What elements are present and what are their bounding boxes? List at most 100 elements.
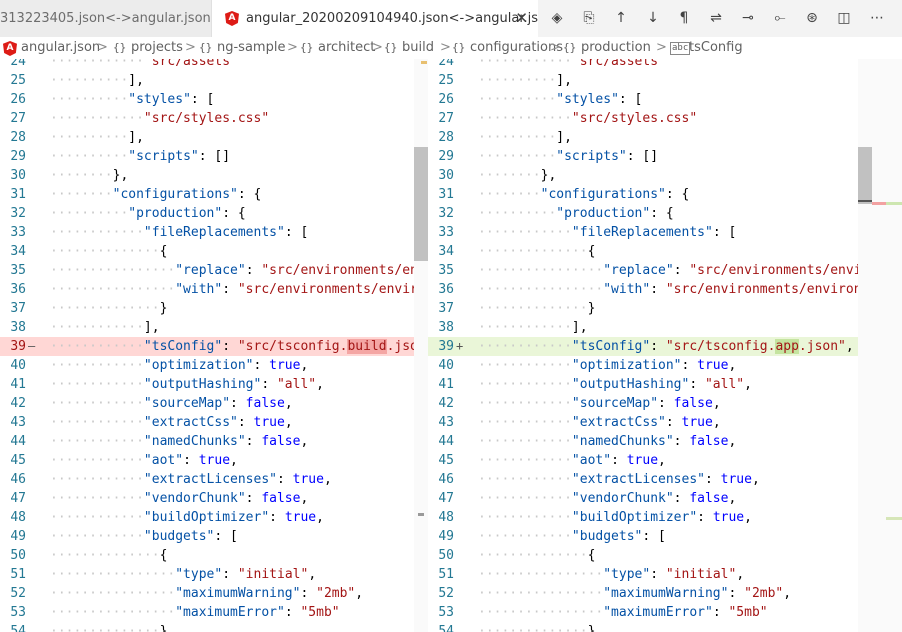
- code-line[interactable]: 53 ················ "maximumError": "5mb": [0, 603, 428, 622]
- line-number: 29: [10, 149, 26, 164]
- breadcrumb-item-architect[interactable]: architect: [318, 37, 375, 59]
- code-line[interactable]: 38 ············ ],: [0, 318, 428, 337]
- code-line[interactable]: 37 ·············· }: [0, 299, 428, 318]
- code-line[interactable]: 54 ·············· },: [0, 622, 428, 632]
- line-number: 45: [10, 453, 26, 468]
- code-line[interactable]: 26 ·········· "styles": [: [0, 90, 428, 109]
- right-scrollbar-thumb[interactable]: [858, 147, 872, 204]
- code-line[interactable]: 44 ············ "namedChunks": false,: [428, 432, 902, 451]
- close-icon[interactable]: ✕: [515, 0, 528, 37]
- open-file-icon[interactable]: ⎘: [578, 7, 600, 29]
- line-number: 51: [438, 567, 454, 582]
- code-line[interactable]: 31 ········ "configurations": {: [0, 185, 428, 204]
- breadcrumb-item-production[interactable]: production: [581, 37, 651, 59]
- code-text: }: [587, 301, 596, 316]
- code-line[interactable]: 31 ········ "configurations": {: [428, 185, 902, 204]
- code-line[interactable]: 27 ············ "src/styles.css": [428, 109, 902, 128]
- previous-change-icon[interactable]: ↑: [610, 7, 632, 29]
- code-line[interactable]: 41 ············ "outputHashing": "all",: [428, 375, 902, 394]
- paragraph-icon[interactable]: ¶: [673, 7, 695, 29]
- object-symbol-icon: {}: [384, 41, 398, 54]
- code-line[interactable]: 53 ················ "maximumError": "5mb": [428, 603, 902, 622]
- code-line[interactable]: 34 ·············· {: [428, 242, 902, 261]
- more-actions-icon[interactable]: ⋯: [866, 7, 888, 29]
- code-text: "replace": "src/environments/envi: [603, 263, 862, 278]
- tab-diff-313223405[interactable]: 313223405.json<->angular.json: [0, 0, 212, 37]
- breadcrumb-item-build[interactable]: build: [402, 37, 434, 59]
- code-line[interactable]: 44 ············ "namedChunks": false,: [0, 432, 428, 451]
- deleted-line[interactable]: 39— ············ "tsConfig": "src/tsconfi…: [0, 337, 428, 356]
- code-line[interactable]: 47 ············ "vendorChunk": false,: [428, 489, 902, 508]
- code-line[interactable]: 25 ·········· ],: [428, 71, 902, 90]
- code-line[interactable]: 36 ················ "with": "src/environm…: [428, 280, 902, 299]
- code-line[interactable]: 45 ············ "aot": true,: [428, 451, 902, 470]
- breadcrumb-item-projects[interactable]: projects: [131, 37, 183, 59]
- code-line[interactable]: 38 ············ ],: [428, 318, 902, 337]
- code-line[interactable]: 51 ················ "type": "initial",: [0, 565, 428, 584]
- tab-diff-angular-20200209104940[interactable]: A angular_20200209104940.json<->angular.…: [212, 0, 538, 37]
- code-line[interactable]: 32 ·········· "production": {: [0, 204, 428, 223]
- code-line[interactable]: 29 ·········· "scripts": []: [0, 147, 428, 166]
- left-scrollbar-thumb[interactable]: [414, 147, 428, 261]
- code-line[interactable]: 29 ·········· "scripts": []: [428, 147, 902, 166]
- code-line[interactable]: 51 ················ "type": "initial",: [428, 565, 902, 584]
- commit-left-icon[interactable]: ⊸: [737, 7, 759, 29]
- breadcrumb-item-tsconfig[interactable]: tsConfig: [689, 37, 743, 59]
- code-line[interactable]: 24 ············ "src/assets": [0, 59, 428, 71]
- git-icon[interactable]: ⊛: [801, 7, 823, 29]
- angular-icon: A: [3, 41, 17, 56]
- code-line[interactable]: 54 ·············· },: [428, 622, 902, 632]
- code-text: "outputHashing": "all",: [143, 377, 324, 392]
- right-scrollbar[interactable]: [858, 59, 902, 632]
- code-line[interactable]: 52 ················ "maximumWarning": "2m…: [0, 584, 428, 603]
- code-line[interactable]: 50 ·············· {: [0, 546, 428, 565]
- code-line[interactable]: 47 ············ "vendorChunk": false,: [0, 489, 428, 508]
- left-scrollbar[interactable]: [414, 59, 428, 632]
- code-line[interactable]: 52 ················ "maximumWarning": "2m…: [428, 584, 902, 603]
- code-line[interactable]: 25 ·········· ],: [0, 71, 428, 90]
- breadcrumb-item-ng-sample[interactable]: ng-sample: [217, 37, 285, 59]
- code-line[interactable]: 30 ········ },: [0, 166, 428, 185]
- code-line[interactable]: 30 ········ },: [428, 166, 902, 185]
- code-line[interactable]: 35 ················ "replace": "src/envir…: [0, 261, 428, 280]
- code-line[interactable]: 24 ············ "src/assets": [428, 59, 902, 71]
- code-line[interactable]: 34 ·············· {: [0, 242, 428, 261]
- code-line[interactable]: 46 ············ "extractLicenses": true,: [0, 470, 428, 489]
- code-line[interactable]: 48 ············ "buildOptimizer": true,: [0, 508, 428, 527]
- left-diff-editor[interactable]: 24 ············ "src/assets" 25 ·········· …: [0, 59, 428, 632]
- tab-label: 313223405.json<->angular.json: [0, 11, 211, 26]
- code-line[interactable]: 45 ············ "aot": true,: [0, 451, 428, 470]
- code-line[interactable]: 35 ················ "replace": "src/envir…: [428, 261, 902, 280]
- breadcrumb-file[interactable]: angular.json: [21, 37, 100, 59]
- code-line[interactable]: 40 ············ "optimization": true,: [0, 356, 428, 375]
- code-line[interactable]: 42 ············ "sourceMap": false,: [428, 394, 902, 413]
- swap-icon[interactable]: ⇌: [705, 7, 727, 29]
- code-line[interactable]: 37 ·············· }: [428, 299, 902, 318]
- open-changes-icon[interactable]: ◈: [546, 7, 568, 29]
- code-line[interactable]: 33 ············ "fileReplacements": [: [428, 223, 902, 242]
- code-line[interactable]: 40 ············ "optimization": true,: [428, 356, 902, 375]
- code-line[interactable]: 50 ·············· {: [428, 546, 902, 565]
- split-editor-icon[interactable]: ◫: [833, 7, 855, 29]
- next-change-icon[interactable]: ↓: [642, 7, 664, 29]
- code-line[interactable]: 28 ·········· ],: [428, 128, 902, 147]
- code-line[interactable]: 41 ············ "outputHashing": "all",: [0, 375, 428, 394]
- right-diff-editor[interactable]: 24 ············ "src/assets" 25 ·········· …: [428, 59, 902, 632]
- code-text: "maximumWarning": "2mb",: [603, 586, 792, 601]
- code-line[interactable]: 28 ·········· ],: [0, 128, 428, 147]
- code-line[interactable]: 43 ············ "extractCss": true,: [0, 413, 428, 432]
- inserted-line[interactable]: 39 + ············ "tsConfig": "src/tsconfi…: [428, 337, 902, 356]
- code-line[interactable]: 49 ············ "budgets": [: [428, 527, 902, 546]
- code-line[interactable]: 42 ············ "sourceMap": false,: [0, 394, 428, 413]
- code-line[interactable]: 49 ············ "budgets": [: [0, 527, 428, 546]
- code-line[interactable]: 36 ················ "with": "src/environm…: [0, 280, 428, 299]
- code-line[interactable]: 33 ············ "fileReplacements": [: [0, 223, 428, 242]
- code-line[interactable]: 32 ·········· "production": {: [428, 204, 902, 223]
- code-line[interactable]: 43 ············ "extractCss": true,: [428, 413, 902, 432]
- code-line[interactable]: 48 ············ "buildOptimizer": true,: [428, 508, 902, 527]
- code-line[interactable]: 46 ············ "extractLicenses": true,: [428, 470, 902, 489]
- commit-right-icon[interactable]: ⟜: [769, 7, 791, 29]
- code-line[interactable]: 26 ·········· "styles": [: [428, 90, 902, 109]
- code-line[interactable]: 27 ············ "src/styles.css": [0, 109, 428, 128]
- code-text: "optimization": true,: [143, 358, 309, 373]
